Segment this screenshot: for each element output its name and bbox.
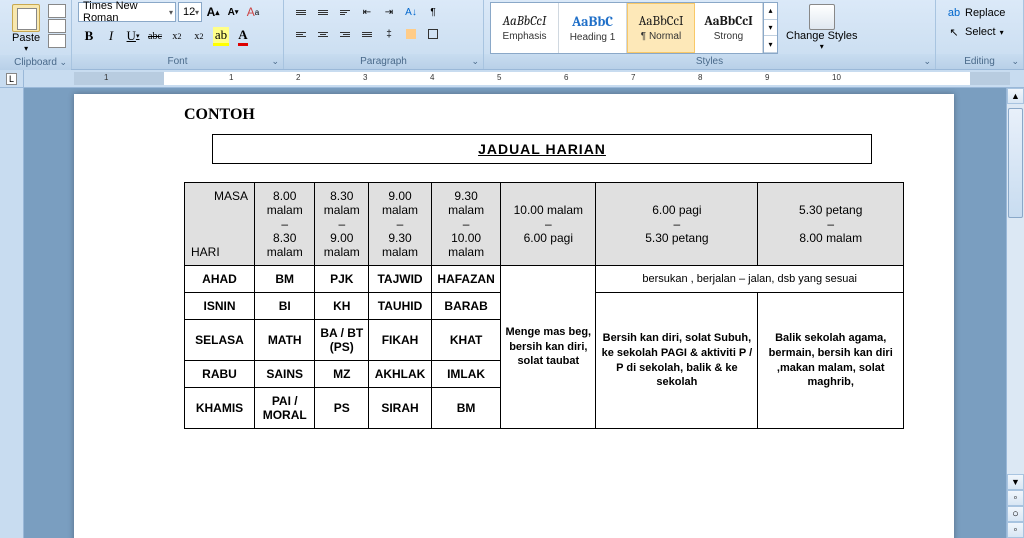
scroll-up-button[interactable]: ▲ xyxy=(1007,88,1024,104)
styles-gallery: AaBbCcI Emphasis AaBbC Heading 1 AaBbCcI… xyxy=(490,2,778,54)
time-col-6: 5.30 petang–8.00 malam xyxy=(758,183,904,266)
copy-button[interactable] xyxy=(48,19,66,33)
justify-button[interactable] xyxy=(356,24,378,44)
select-icon: ↖ xyxy=(947,25,961,39)
font-color-button[interactable]: A xyxy=(232,26,254,46)
group-label-styles: Styles xyxy=(484,54,935,69)
font-size-combo[interactable]: 12 xyxy=(178,2,202,22)
ruler-area: L 1 1 2 3 4 5 6 7 8 9 10 xyxy=(0,70,1024,88)
clipboard-small-buttons xyxy=(48,2,66,48)
styles-row-up[interactable]: ▴ xyxy=(764,3,777,20)
ribbon: Paste ▾ Clipboard Times New Roman 12 A▴ … xyxy=(0,0,1024,70)
group-clipboard: Paste ▾ Clipboard xyxy=(0,0,72,69)
scroll-thumb[interactable] xyxy=(1008,108,1023,218)
cut-button[interactable] xyxy=(48,4,66,18)
title-text: JADUAL HARIAN xyxy=(478,141,606,157)
time-col-2: 9.00 malam–9.30 malam xyxy=(369,183,432,266)
group-editing: ab Replace ↖ Select ▾ Editing xyxy=(936,0,1024,69)
style-normal[interactable]: AaBbCcI ¶ Normal xyxy=(627,3,695,53)
superscript-button[interactable]: x2 xyxy=(188,26,210,46)
group-paragraph: ⇤ ⇥ A↓ ¶ ‡ Paragraph xyxy=(284,0,484,69)
document-area[interactable]: CONTOH JADUAL HARIAN MASA HARI 8.00 mala… xyxy=(24,88,1006,538)
browse-object-button[interactable]: ○ xyxy=(1007,506,1024,522)
vertical-ruler[interactable] xyxy=(0,88,24,538)
group-label-editing: Editing xyxy=(936,54,1023,69)
scroll-down-button[interactable]: ▼ xyxy=(1007,474,1024,490)
bold-button[interactable]: B xyxy=(78,26,100,46)
prev-page-button[interactable]: ◦ xyxy=(1007,490,1024,506)
align-right-button[interactable] xyxy=(334,24,356,44)
time-col-1: 8.30 malam–9.00 malam xyxy=(315,183,369,266)
title-box: JADUAL HARIAN xyxy=(212,134,872,164)
row-ahad: AHAD BM PJK TAJWID HAFAZAN Menge mas beg… xyxy=(185,266,904,293)
align-left-button[interactable] xyxy=(290,24,312,44)
horizontal-ruler[interactable]: 1 1 2 3 4 5 6 7 8 9 10 xyxy=(74,72,1010,85)
ahad-note: bersukan , berjalan – jalan, dsb yang se… xyxy=(596,266,904,293)
time-col-5: 6.00 pagi–5.30 petang xyxy=(596,183,758,266)
subscript-button[interactable]: x2 xyxy=(166,26,188,46)
grow-font-button[interactable]: A▴ xyxy=(204,2,222,22)
vertical-scrollbar[interactable]: ▲ ▼ ◦ ○ ◦ xyxy=(1006,88,1024,538)
tab-selector[interactable]: L xyxy=(0,70,24,87)
schedule-table: MASA HARI 8.00 malam–8.30 malam 8.30 mal… xyxy=(184,182,904,429)
style-strong[interactable]: AaBbCcI Strong xyxy=(695,3,763,53)
replace-icon: ab xyxy=(947,6,961,20)
styles-row-down[interactable]: ▾ xyxy=(764,20,777,37)
italic-button[interactable]: I xyxy=(100,26,122,46)
sort-button[interactable]: A↓ xyxy=(400,2,422,22)
style-emphasis[interactable]: AaBbCcI Emphasis xyxy=(491,3,559,53)
time-col-0: 8.00 malam–8.30 malam xyxy=(255,183,315,266)
bullets-button[interactable] xyxy=(290,2,312,22)
clear-format-button[interactable]: Aa xyxy=(244,2,262,22)
replace-button[interactable]: ab Replace xyxy=(942,4,1010,22)
shading-button[interactable] xyxy=(400,24,422,44)
time-col-4: 10.00 malam–6.00 pagi xyxy=(501,183,596,266)
change-styles-icon xyxy=(809,4,835,30)
strike-button[interactable]: abc xyxy=(144,26,166,46)
workspace: CONTOH JADUAL HARIAN MASA HARI 8.00 mala… xyxy=(0,88,1024,538)
shrink-font-button[interactable]: A▾ xyxy=(224,2,242,22)
indent-inc-button[interactable]: ⇥ xyxy=(378,2,400,22)
corner-cell: MASA HARI xyxy=(185,183,255,266)
col5-merge: Menge mas beg, bersih kan diri, solat ta… xyxy=(501,266,596,429)
show-marks-button[interactable]: ¶ xyxy=(422,2,444,22)
styles-expand[interactable]: ▾ xyxy=(764,36,777,53)
font-name-combo[interactable]: Times New Roman xyxy=(78,2,176,22)
numbering-button[interactable] xyxy=(312,2,334,22)
underline-button[interactable]: U▾ xyxy=(122,26,144,46)
styles-more: ▴ ▾ ▾ xyxy=(763,3,777,53)
group-font: Times New Roman 12 A▴ A▾ Aa B I U▾ abc x… xyxy=(72,0,284,69)
col6-merge: Bersih kan diri, solat Subuh, ke sekolah… xyxy=(596,293,758,429)
group-label-font: Font xyxy=(72,54,283,69)
select-button[interactable]: ↖ Select ▾ xyxy=(942,23,1010,41)
scroll-track[interactable] xyxy=(1007,104,1024,474)
col7-merge: Balik sekolah agama, bermain, bersih kan… xyxy=(758,293,904,429)
style-heading1[interactable]: AaBbC Heading 1 xyxy=(559,3,627,53)
time-col-3: 9.30 malam–10.00 malam xyxy=(431,183,500,266)
header-row: MASA HARI 8.00 malam–8.30 malam 8.30 mal… xyxy=(185,183,904,266)
group-label-paragraph: Paragraph xyxy=(284,54,483,69)
line-spacing-button[interactable]: ‡ xyxy=(378,24,400,44)
group-label-clipboard: Clipboard xyxy=(0,55,71,70)
indent-dec-button[interactable]: ⇤ xyxy=(356,2,378,22)
next-page-button[interactable]: ◦ xyxy=(1007,522,1024,538)
paste-icon xyxy=(12,4,40,32)
format-painter-button[interactable] xyxy=(48,34,66,48)
borders-button[interactable] xyxy=(422,24,444,44)
paste-button[interactable]: Paste ▾ xyxy=(6,2,46,55)
change-styles-button[interactable]: Change Styles ▾ xyxy=(780,2,864,53)
align-center-button[interactable] xyxy=(312,24,334,44)
multilevel-button[interactable] xyxy=(334,2,356,22)
group-styles: AaBbCcI Emphasis AaBbC Heading 1 AaBbCcI… xyxy=(484,0,936,69)
heading-contoh: CONTOH xyxy=(184,106,916,124)
highlight-button[interactable]: ab xyxy=(210,26,232,46)
page: CONTOH JADUAL HARIAN MASA HARI 8.00 mala… xyxy=(74,94,954,538)
paste-label: Paste xyxy=(12,32,40,44)
